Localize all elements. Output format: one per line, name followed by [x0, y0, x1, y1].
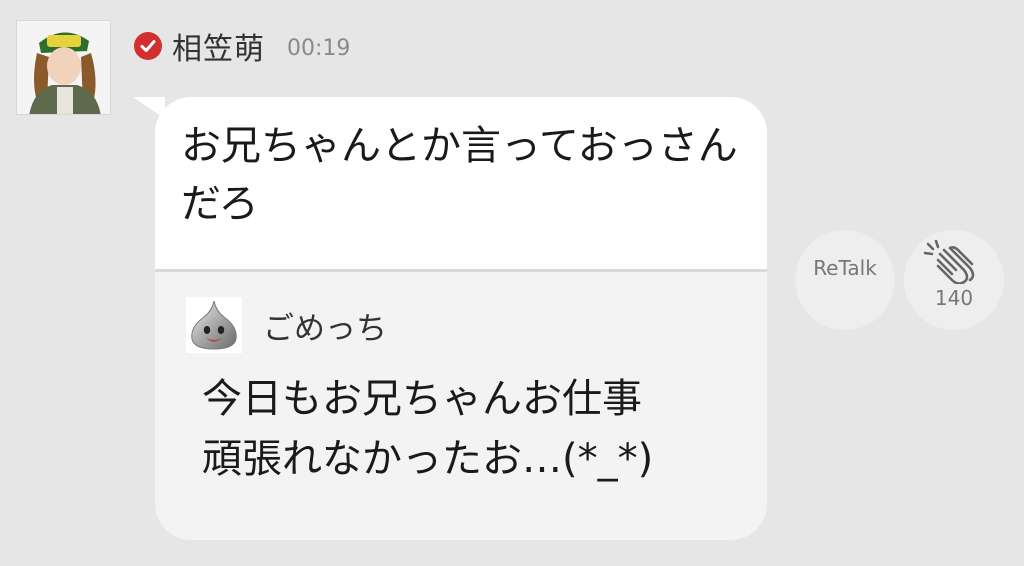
metal-slime-icon: [186, 297, 242, 353]
clap-count: 140: [934, 286, 974, 310]
clap-button[interactable]: 140: [904, 230, 1004, 330]
message-bubble[interactable]: お兄ちゃんとか言っておっさんだろ ごめっち 今日もお兄ちゃんお仕事 頑張れなかっ…: [155, 97, 767, 540]
quote-divider: [155, 269, 767, 272]
post-header: 相笠萌 00:19: [134, 24, 350, 68]
message-text: お兄ちゃんとか言っておっさんだろ: [181, 123, 738, 227]
author-name[interactable]: 相笠萌: [172, 24, 265, 68]
talk-item: 相笠萌 00:19 お兄ちゃんとか言っておっさんだろ ごめっち 今日もお兄ちゃん…: [0, 0, 1024, 566]
avatar-image: [17, 21, 110, 114]
clapping-hands-icon: [923, 240, 975, 284]
quote-author-name[interactable]: ごめっち: [263, 303, 387, 348]
quote-text-line: 頑張れなかったお…(*_*): [202, 436, 654, 482]
quote-author-avatar[interactable]: [186, 297, 242, 353]
quote-text: 今日もお兄ちゃんお仕事 頑張れなかったお…(*_*): [202, 369, 742, 489]
quote-text-line: 今日もお兄ちゃんお仕事: [202, 376, 642, 422]
retalk-button[interactable]: ReTalk: [795, 230, 895, 330]
verified-check-icon: [134, 32, 162, 60]
message-area: お兄ちゃんとか言っておっさんだろ: [155, 97, 767, 269]
retalk-label: ReTalk: [813, 256, 877, 280]
post-time: 00:19: [287, 35, 351, 61]
author-avatar[interactable]: [16, 20, 111, 115]
